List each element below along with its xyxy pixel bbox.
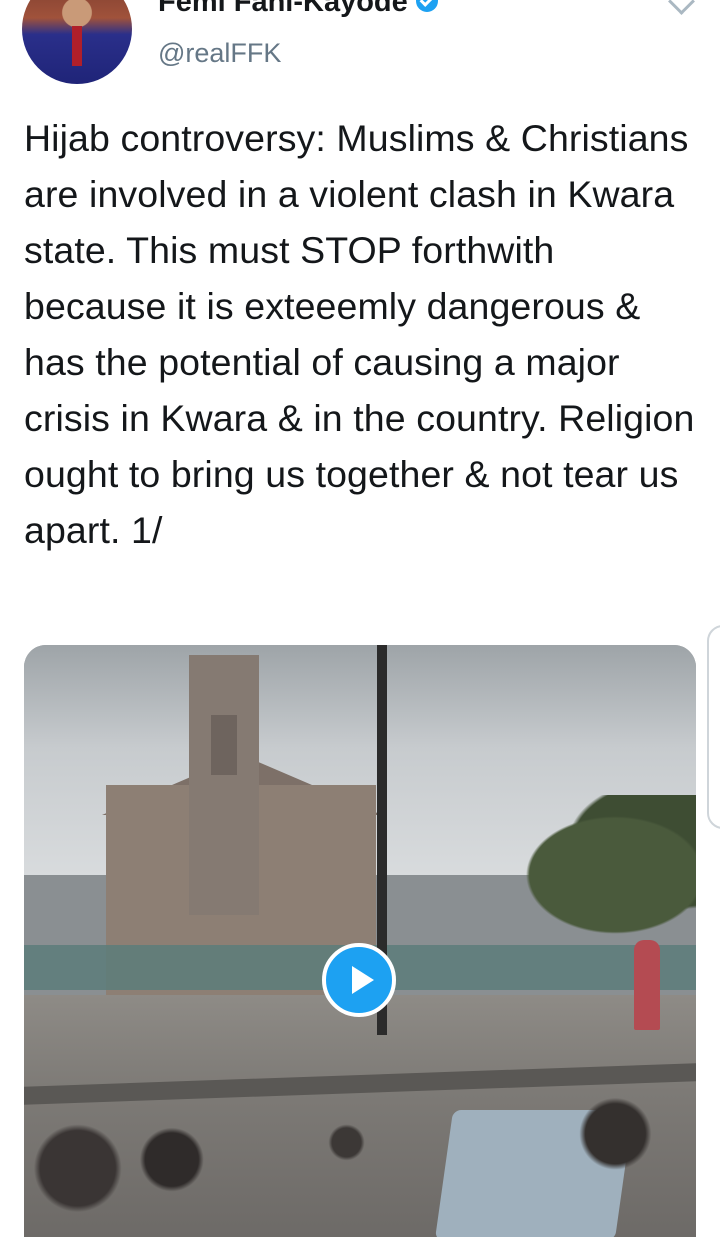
user-handle[interactable]: @realFFK	[158, 38, 281, 69]
avatar[interactable]	[22, 0, 132, 84]
video-thumbnail-person	[634, 940, 660, 1030]
video-thumbnail-crowd	[24, 1065, 696, 1237]
video-media[interactable]	[24, 645, 696, 1237]
display-name-text: Femi Fani-Kayode	[158, 0, 408, 18]
verified-badge-icon	[415, 0, 438, 13]
chevron-down-icon[interactable]	[668, 0, 695, 15]
tweet-header: Femi Fani-Kayode @realFFK	[0, 0, 720, 100]
video-thumbnail-trees	[494, 795, 696, 955]
display-name[interactable]: Femi Fani-Kayode	[158, 0, 438, 19]
play-icon	[352, 966, 374, 994]
play-button[interactable]	[322, 943, 396, 1017]
video-thumbnail-tower	[189, 655, 259, 915]
tweet-text: Hijab controversy: Muslims & Christians …	[24, 117, 695, 551]
edge-panel-handle[interactable]	[707, 625, 720, 829]
